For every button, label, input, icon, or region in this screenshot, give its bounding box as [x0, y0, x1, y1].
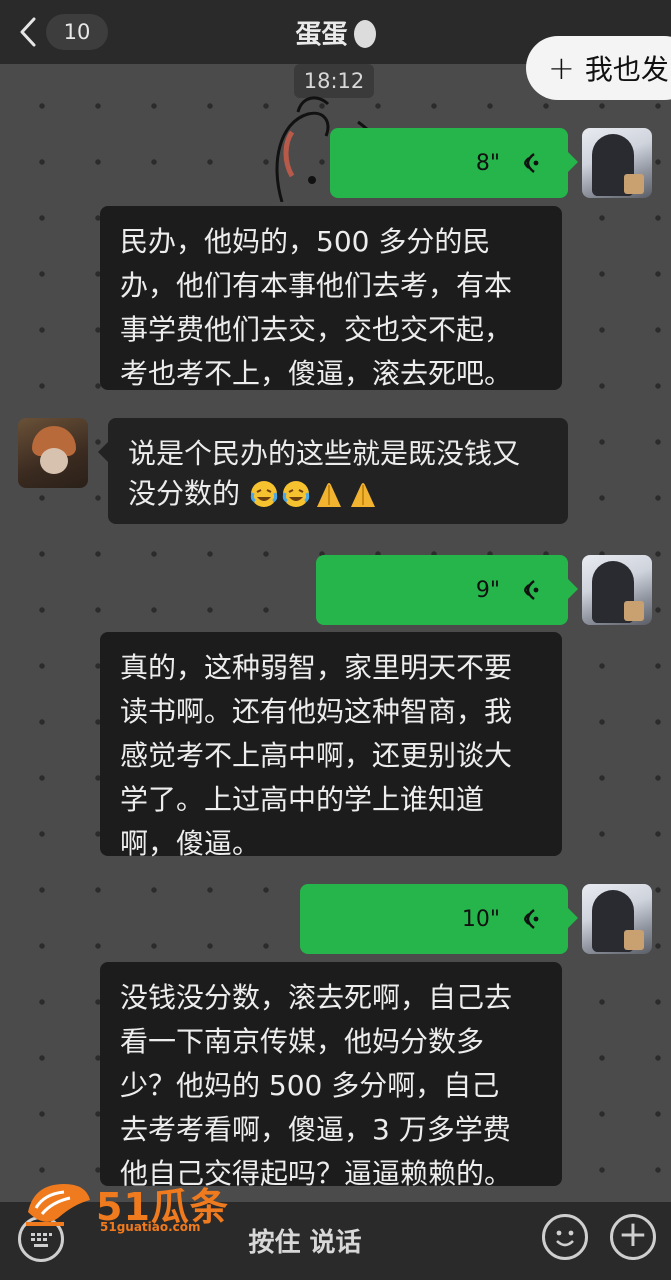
watermark-logo: 51瓜条 51guatiao.com — [24, 1172, 234, 1236]
bubble-tail — [568, 152, 578, 172]
avatar-detail — [624, 174, 644, 194]
folded-hands-emoji-icon — [350, 483, 375, 507]
voice-transcript: 真的，这种弱智，家里明天不要 读书啊。还有他妈这种智商，我 感觉考不上高中啊，还… — [100, 632, 562, 860]
voice-transcript: 民办，他妈的，500 多分的民 办，他们有本事他们去考，有本 事学费他们去交，交… — [100, 206, 562, 390]
voice-message-bubble[interactable]: 9" — [316, 555, 578, 625]
voice-message-bubble[interactable]: 10" — [300, 884, 578, 954]
share-label: 我也发 — [584, 53, 669, 86]
bubble-tail — [568, 908, 578, 928]
self-avatar[interactable] — [582, 128, 652, 198]
bubble-tail — [568, 579, 578, 599]
text-message-bubble[interactable]: 说是个民办的这些就是既没钱又 没分数的 — [98, 418, 568, 524]
egg-emoji-icon — [353, 20, 376, 48]
share-button[interactable]: + 我也发 — [526, 36, 671, 100]
self-avatar[interactable] — [582, 555, 652, 625]
voice-wave-icon — [516, 150, 542, 176]
voice-wave-icon — [516, 906, 542, 932]
more-functions-button[interactable]: + — [610, 1214, 656, 1260]
message-text-line: 说是个民办的这些就是既没钱又 — [128, 437, 521, 470]
voice-message-bubble[interactable]: 8" — [330, 128, 578, 198]
bubble-tail — [98, 442, 108, 462]
plus-icon: + — [548, 49, 575, 87]
voice-wave-icon — [516, 577, 542, 603]
self-avatar[interactable] — [582, 884, 652, 954]
message-text-line: 没分数的 — [128, 477, 241, 510]
contact-avatar[interactable] — [18, 418, 88, 488]
avatar-detail — [624, 930, 644, 950]
avatar-detail — [40, 448, 68, 474]
smiley-icon — [556, 1230, 574, 1247]
voice-transcript: 没钱没分数，滚去死啊，自己去 看一下南京传媒，他妈分数多 少？他妈的 500 多… — [100, 962, 562, 1190]
emoji-button[interactable] — [542, 1214, 588, 1260]
crying-laughing-emoji-icon — [250, 481, 278, 507]
contact-name: 蛋蛋 — [295, 20, 348, 50]
voice-duration: 9" — [475, 577, 500, 603]
avatar-detail — [624, 601, 644, 621]
folded-hands-emoji-icon — [316, 483, 341, 507]
voice-duration: 8" — [475, 150, 500, 176]
melon-logo-icon — [26, 1184, 90, 1226]
crying-laughing-emoji-icon — [282, 481, 310, 507]
watermark-url: 51guatiao.com — [100, 1220, 201, 1234]
voice-duration: 10" — [461, 906, 500, 932]
